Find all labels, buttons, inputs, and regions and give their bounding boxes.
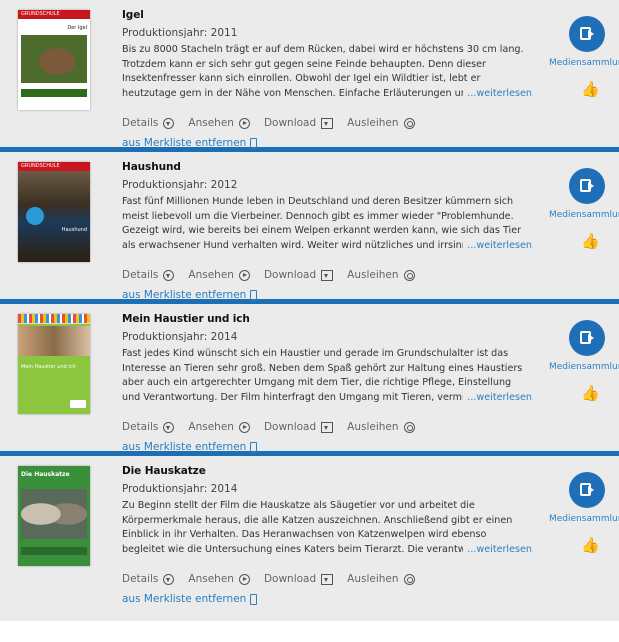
cover-image: [21, 35, 87, 83]
read-more-link[interactable]: ...weiterlesen: [463, 542, 532, 557]
description-text: Fast jedes Kind wünscht sich ein Haustie…: [122, 348, 523, 403]
cover-thumbnail[interactable]: GRUNDSCHULE Der Igel: [18, 10, 90, 110]
item-title[interactable]: Igel: [122, 9, 532, 21]
cover-header: GRUNDSCHULE: [18, 10, 90, 19]
download-button[interactable]: Download: [264, 117, 334, 129]
arrow-right-circle-icon: [238, 269, 250, 281]
ausleihen-button[interactable]: Ausleihen: [347, 573, 415, 585]
download-button[interactable]: Download: [264, 269, 334, 281]
media-item: GRUNDSCHULE Haushund Haushund Produktion…: [0, 152, 619, 304]
arrow-down-circle-icon: [163, 269, 175, 281]
production-year: Produktionsjahr: 2011: [122, 27, 238, 39]
item-description: Bis zu 8000 Stacheln trägt er auf dem Rü…: [122, 43, 532, 101]
download-box-icon: [321, 573, 334, 585]
cover-title: Mein Haustier und ich: [21, 364, 76, 370]
lend-icon: [403, 269, 415, 281]
ausleihen-button[interactable]: Ausleihen: [347, 269, 415, 281]
lend-icon: [403, 421, 415, 433]
mediensammlung-button[interactable]: [569, 472, 605, 508]
arrow-down-circle-icon: [163, 117, 175, 129]
arrow-down-circle-icon: [163, 573, 175, 585]
production-year: Produktionsjahr: 2012: [122, 179, 238, 191]
mediensammlung-button[interactable]: [569, 168, 605, 204]
remove-from-watchlist-link[interactable]: aus Merkliste entfernen: [122, 441, 258, 453]
ansehen-button[interactable]: Ansehen: [188, 421, 250, 433]
remove-from-watchlist-link[interactable]: aus Merkliste entfernen: [122, 289, 258, 301]
bookmark-remove-icon: [250, 441, 258, 453]
remove-from-watchlist-link[interactable]: aus Merkliste entfernen: [122, 137, 258, 149]
cover-image: [21, 489, 87, 539]
thumbs-up-icon[interactable]: 👍: [581, 80, 619, 98]
cover-thumbnail[interactable]: Mein Haustier und ich: [18, 314, 90, 414]
description-text: Fast fünf Millionen Hunde leben in Deuts…: [122, 196, 522, 251]
media-item: Mein Haustier und ich Mein Haustier und …: [0, 304, 619, 456]
lend-icon: [403, 117, 415, 129]
cover-label: GRUNDSCHULE: [21, 163, 60, 169]
cover-thumbnail[interactable]: GRUNDSCHULE Haushund: [18, 162, 90, 262]
cover-header: GRUNDSCHULE: [18, 162, 90, 171]
details-button[interactable]: Details: [122, 269, 175, 281]
cover-footer: [21, 547, 87, 555]
mediensammlung-button[interactable]: [569, 16, 605, 52]
mediensammlung-button[interactable]: [569, 320, 605, 356]
download-box-icon: [321, 117, 334, 129]
item-description: Zu Beginn stellt der Film die Hauskatze …: [122, 499, 532, 557]
media-result-list: GRUNDSCHULE Der Igel Igel Produktionsjah…: [0, 0, 619, 621]
details-button[interactable]: Details: [122, 421, 175, 433]
download-box-icon: [321, 269, 334, 281]
cover-footer: [21, 89, 87, 97]
action-bar: Details Ansehen Download Ausleihen: [122, 117, 532, 129]
read-more-link[interactable]: ...weiterlesen: [463, 390, 532, 405]
mediensammlung-label[interactable]: Mediensammlung: [549, 210, 619, 220]
ausleihen-button[interactable]: Ausleihen: [347, 421, 415, 433]
item-title[interactable]: Die Hauskatze: [122, 465, 532, 477]
cover-image: Haushund: [18, 171, 90, 257]
mediensammlung-label[interactable]: Mediensammlung: [549, 514, 619, 524]
cover-thumbnail[interactable]: Die Hauskatze: [18, 466, 90, 566]
ansehen-button[interactable]: Ansehen: [188, 117, 250, 129]
cover-title: Der Igel: [67, 25, 87, 31]
item-title[interactable]: Mein Haustier und ich: [122, 313, 532, 325]
media-item: Die Hauskatze Die Hauskatze Produktionsj…: [0, 456, 619, 621]
cover-header: [18, 314, 90, 324]
cover-image: [18, 326, 90, 356]
arrow-right-circle-icon: [238, 421, 250, 433]
download-box-icon: [321, 421, 334, 433]
read-more-link[interactable]: ...weiterlesen: [463, 86, 532, 101]
remove-from-watchlist-link[interactable]: aus Merkliste entfernen: [122, 593, 258, 605]
arrow-right-circle-icon: [238, 117, 250, 129]
thumbs-up-icon[interactable]: 👍: [581, 232, 619, 250]
ansehen-button[interactable]: Ansehen: [188, 573, 250, 585]
mediensammlung-label[interactable]: Mediensammlung: [549, 362, 619, 372]
bookmark-remove-icon: [250, 137, 258, 149]
download-button[interactable]: Download: [264, 573, 334, 585]
read-more-link[interactable]: ...weiterlesen: [463, 238, 532, 253]
ausleihen-button[interactable]: Ausleihen: [347, 117, 415, 129]
item-description: Fast jedes Kind wünscht sich ein Haustie…: [122, 347, 532, 405]
bookmark-remove-icon: [250, 593, 258, 605]
action-bar: Details Ansehen Download Ausleihen: [122, 269, 532, 281]
thumbs-up-icon[interactable]: 👍: [581, 536, 619, 554]
description-text: Zu Beginn stellt der Film die Hauskatze …: [122, 500, 520, 555]
cover-title: Die Hauskatze: [21, 471, 70, 478]
download-button[interactable]: Download: [264, 421, 334, 433]
media-item: GRUNDSCHULE Der Igel Igel Produktionsjah…: [0, 0, 619, 152]
ansehen-button[interactable]: Ansehen: [188, 269, 250, 281]
mediensammlung-label[interactable]: Mediensammlung: [549, 58, 619, 68]
action-bar: Details Ansehen Download Ausleihen: [122, 573, 532, 585]
cover-label: GRUNDSCHULE: [21, 11, 60, 17]
action-bar: Details Ansehen Download Ausleihen: [122, 421, 532, 433]
thumbs-up-icon[interactable]: 👍: [581, 384, 619, 402]
arrow-down-circle-icon: [163, 421, 175, 433]
item-title[interactable]: Haushund: [122, 161, 532, 173]
item-description: Fast fünf Millionen Hunde leben in Deuts…: [122, 195, 532, 253]
arrow-right-circle-icon: [238, 573, 250, 585]
details-button[interactable]: Details: [122, 117, 175, 129]
cover-footer: [70, 400, 86, 408]
lend-icon: [403, 573, 415, 585]
production-year: Produktionsjahr: 2014: [122, 483, 238, 495]
bookmark-remove-icon: [250, 289, 258, 301]
details-button[interactable]: Details: [122, 573, 175, 585]
production-year: Produktionsjahr: 2014: [122, 331, 238, 343]
